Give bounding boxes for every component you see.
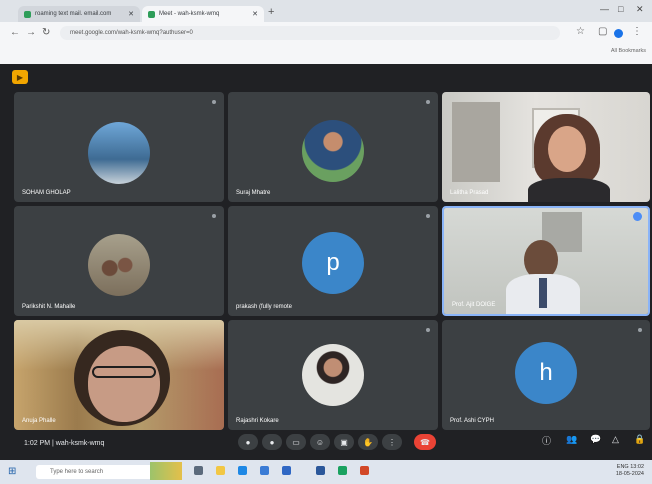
reload-icon[interactable]: ↻: [42, 27, 50, 38]
video-feed: [442, 92, 650, 202]
windows-start-icon[interactable]: ⊞: [8, 466, 16, 477]
leave-call-button[interactable]: ☎: [414, 434, 436, 450]
edge-icon[interactable]: [238, 466, 247, 475]
participant-name: Rajashri Kokare: [236, 418, 279, 424]
chat-icon[interactable]: 💬: [590, 434, 601, 445]
profile-icon[interactable]: [614, 29, 623, 38]
participant-tile[interactable]: p prakash (fully remote: [228, 206, 438, 316]
close-window-icon[interactable]: ✕: [636, 4, 644, 15]
file-explorer-icon[interactable]: [216, 466, 225, 475]
system-tray[interactable]: ENG 13:02 18-05-2024: [616, 464, 644, 478]
search-placeholder: Type here to search: [50, 469, 104, 475]
audio-indicator-icon: [212, 214, 216, 218]
people-icon[interactable]: 👥: [566, 434, 577, 445]
raise-hand-button[interactable]: ✋: [358, 434, 378, 450]
tab-label: Meet - wah-ksmk-wmq: [159, 11, 220, 17]
tab-email[interactable]: roaming text mail. email.com ✕: [18, 6, 140, 22]
video-feed: [14, 320, 224, 430]
participant-name: Parikshit N. Mahalle: [22, 304, 76, 310]
mail-favicon: [24, 10, 31, 18]
tray-language: ENG: [616, 464, 629, 470]
meeting-info: 1:02 PM | wah-ksmk-wmq: [24, 440, 105, 447]
letter-avatar: p: [302, 232, 364, 294]
participant-tile[interactable]: h Prof. Ashi CYPH: [442, 320, 650, 430]
avatar: [302, 120, 364, 182]
new-tab-button[interactable]: +: [268, 6, 274, 18]
bookmark-star-icon[interactable]: ☆: [576, 26, 585, 37]
info-icon[interactable]: ⓘ: [542, 434, 551, 447]
captions-icon: ▭: [292, 437, 300, 447]
all-bookmarks[interactable]: All Bookmarks: [611, 48, 646, 54]
letter-avatar: h: [515, 342, 577, 404]
participant-tile[interactable]: Suraj Mhatre: [228, 92, 438, 202]
avatar: [302, 344, 364, 406]
menu-icon[interactable]: ⋮: [632, 26, 642, 37]
close-tab-icon[interactable]: ✕: [128, 10, 134, 18]
audio-indicator-icon: [426, 328, 430, 332]
url-field[interactable]: meet.google.com/wah-ksmk-wmq?authuser=0: [60, 26, 560, 40]
participant-tile[interactable]: Rajashri Kokare: [228, 320, 438, 430]
activities-icon[interactable]: △: [612, 434, 619, 445]
participant-name: prakash (fully remote: [236, 304, 293, 310]
meet-logo-icon: ▶: [12, 70, 28, 84]
participant-tile[interactable]: Lalitha Prasad: [442, 92, 650, 202]
participant-name: Prof. Ashi CYPH: [450, 418, 495, 424]
participant-tile[interactable]: Anuja Phalle: [14, 320, 224, 430]
participant-name: Suraj Mhatre: [236, 190, 271, 196]
bookmarks-bar: [0, 44, 652, 64]
end-call-icon: ☎: [420, 437, 430, 447]
audio-indicator-icon: [426, 214, 430, 218]
minimize-icon[interactable]: —: [600, 4, 609, 14]
present-icon: ▣: [340, 437, 348, 447]
close-tab-icon[interactable]: ✕: [252, 10, 258, 18]
task-view-icon[interactable]: [194, 466, 203, 475]
avatar: [88, 234, 150, 296]
video-feed: [444, 208, 648, 314]
tab-label: roaming text mail. email.com: [35, 11, 112, 17]
participant-name: Lalitha Prasad: [450, 190, 489, 196]
search-highlight-image: [150, 462, 182, 480]
speaking-indicator-icon: [633, 212, 642, 221]
forward-icon[interactable]: →: [26, 27, 36, 38]
camera-button[interactable]: ●: [262, 434, 282, 450]
url-text: meet.google.com/wah-ksmk-wmq?authuser=0: [70, 30, 193, 36]
meeting-code: wah-ksmk-wmq: [55, 440, 105, 447]
microphone-icon: ●: [245, 437, 251, 447]
tray-time: 13:02: [630, 464, 644, 470]
present-button[interactable]: ▣: [334, 434, 354, 450]
participant-name: Prof. Ajit DOIGE: [452, 302, 496, 308]
participant-name: SOHAM GHOLAP: [22, 190, 71, 196]
back-icon[interactable]: ←: [10, 27, 20, 38]
camera-icon: ●: [269, 437, 275, 447]
avatar: [88, 122, 150, 184]
emoji-button[interactable]: ☺: [310, 434, 330, 450]
meeting-time: 1:02 PM: [24, 440, 51, 447]
more-options-button[interactable]: ⋮: [382, 434, 402, 450]
microphone-button[interactable]: ●: [238, 434, 258, 450]
captions-button[interactable]: ▭: [286, 434, 306, 450]
emoji-icon: ☺: [315, 437, 325, 447]
participant-tile[interactable]: Parikshit N. Mahalle: [14, 206, 224, 316]
audio-indicator-icon: [426, 100, 430, 104]
raise-hand-icon: ✋: [363, 437, 373, 447]
maximize-icon[interactable]: □: [618, 4, 623, 14]
participant-tile[interactable]: SOHAM GHOLAP: [14, 92, 224, 202]
more-icon: ⋮: [388, 437, 396, 447]
tab-meet[interactable]: Meet - wah-ksmk-wmq ✕: [142, 6, 264, 22]
host-controls-icon[interactable]: 🔒: [634, 434, 645, 445]
participant-tile[interactable]: Prof. Ajit DOIGE: [442, 206, 650, 316]
powerpoint-icon[interactable]: [360, 466, 369, 475]
extensions-icon[interactable]: ▢: [598, 26, 607, 37]
audio-indicator-icon: [212, 100, 216, 104]
store-icon[interactable]: [260, 466, 269, 475]
meet-favicon: [148, 10, 155, 18]
participant-name: Anuja Phalle: [22, 418, 56, 424]
chrome-icon[interactable]: [338, 466, 347, 475]
audio-indicator-icon: [638, 328, 642, 332]
word-icon[interactable]: [316, 466, 325, 475]
mail-icon[interactable]: [282, 466, 291, 475]
tray-date: 18-05-2024: [615, 471, 644, 477]
